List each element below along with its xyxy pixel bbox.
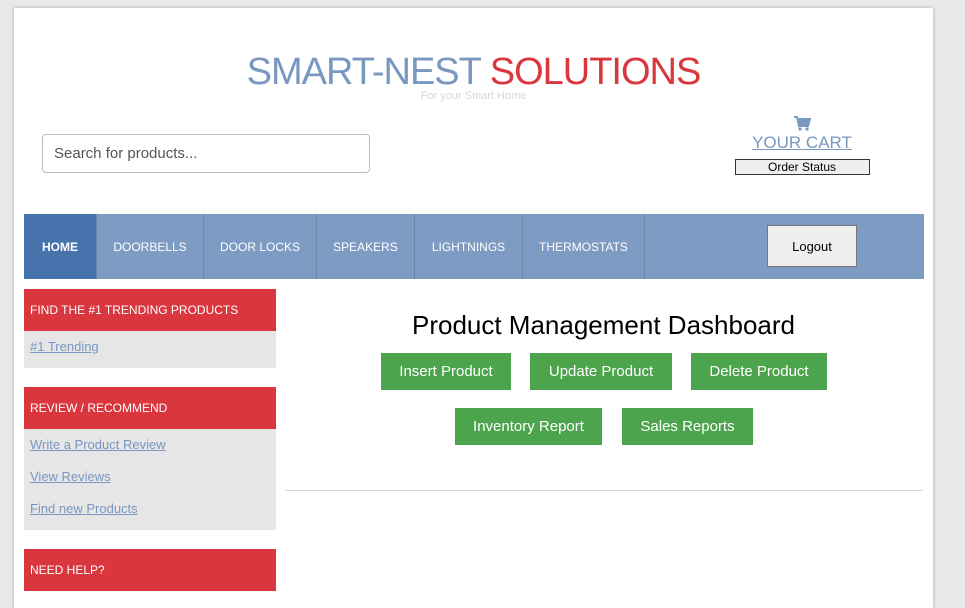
sidebar-link-write-review[interactable]: Write a Product Review xyxy=(24,429,276,461)
cart-area: YOUR CART Order Status xyxy=(734,116,870,175)
page-container: SMART-NEST SOLUTIONS For your Smart Home… xyxy=(14,8,933,608)
logout-button[interactable]: Logout xyxy=(767,225,857,267)
logo-part-smart-nest: SMART-NEST xyxy=(246,51,482,93)
sidebar-link-trending[interactable]: #1 Trending xyxy=(24,331,276,363)
nav-item-thermostats[interactable]: THERMOSTATS xyxy=(523,214,645,279)
nav-item-home[interactable]: HOME xyxy=(24,214,97,279)
nav-item-doorbells[interactable]: DOORBELLS xyxy=(97,214,204,279)
nav-item-door-locks[interactable]: DOOR LOCKS xyxy=(204,214,317,279)
update-product-button[interactable]: Update Product xyxy=(530,353,672,390)
sidebar-heading-review: REVIEW / RECOMMEND xyxy=(24,387,276,429)
sidebar-link-view-reviews[interactable]: View Reviews xyxy=(24,461,276,493)
delete-product-button[interactable]: Delete Product xyxy=(691,353,827,390)
sidebar-heading-help: NEED HELP? xyxy=(24,549,276,591)
site-logo[interactable]: SMART-NEST SOLUTIONS xyxy=(14,50,933,94)
logo-part-solutions: SOLUTIONS xyxy=(489,51,702,93)
sidebar-body-review: Write a Product Review View Reviews Find… xyxy=(24,429,276,530)
inventory-report-button[interactable]: Inventory Report xyxy=(455,408,602,445)
tagline: For your Smart Home xyxy=(420,90,527,102)
order-status-button[interactable]: Order Status xyxy=(734,159,870,175)
nav-item-speakers[interactable]: SPEAKERS xyxy=(317,214,415,279)
sidebar-heading-trending: FIND THE #1 TRENDING PRODUCTS xyxy=(24,289,276,331)
sales-reports-button[interactable]: Sales Reports xyxy=(622,408,753,445)
sidebar-body-trending: #1 Trending xyxy=(24,331,276,368)
sidebar-review-section: REVIEW / RECOMMEND Write a Product Revie… xyxy=(24,387,276,530)
sidebar-link-find-new-products[interactable]: Find new Products xyxy=(24,493,276,525)
nav-item-lightnings[interactable]: LIGHTNINGS xyxy=(415,214,523,279)
cart-icon[interactable] xyxy=(793,116,811,131)
sidebar-help-section: NEED HELP? xyxy=(24,549,276,591)
content-divider xyxy=(285,490,923,491)
sidebar-trending-section: FIND THE #1 TRENDING PRODUCTS #1 Trendin… xyxy=(24,289,276,368)
search-input[interactable] xyxy=(42,134,370,173)
page-title: Product Management Dashboard xyxy=(411,310,795,340)
main-nav: HOME DOORBELLS DOOR LOCKS SPEAKERS LIGHT… xyxy=(24,214,924,279)
your-cart-link[interactable]: YOUR CART xyxy=(734,133,870,153)
insert-product-button[interactable]: Insert Product xyxy=(381,353,511,390)
